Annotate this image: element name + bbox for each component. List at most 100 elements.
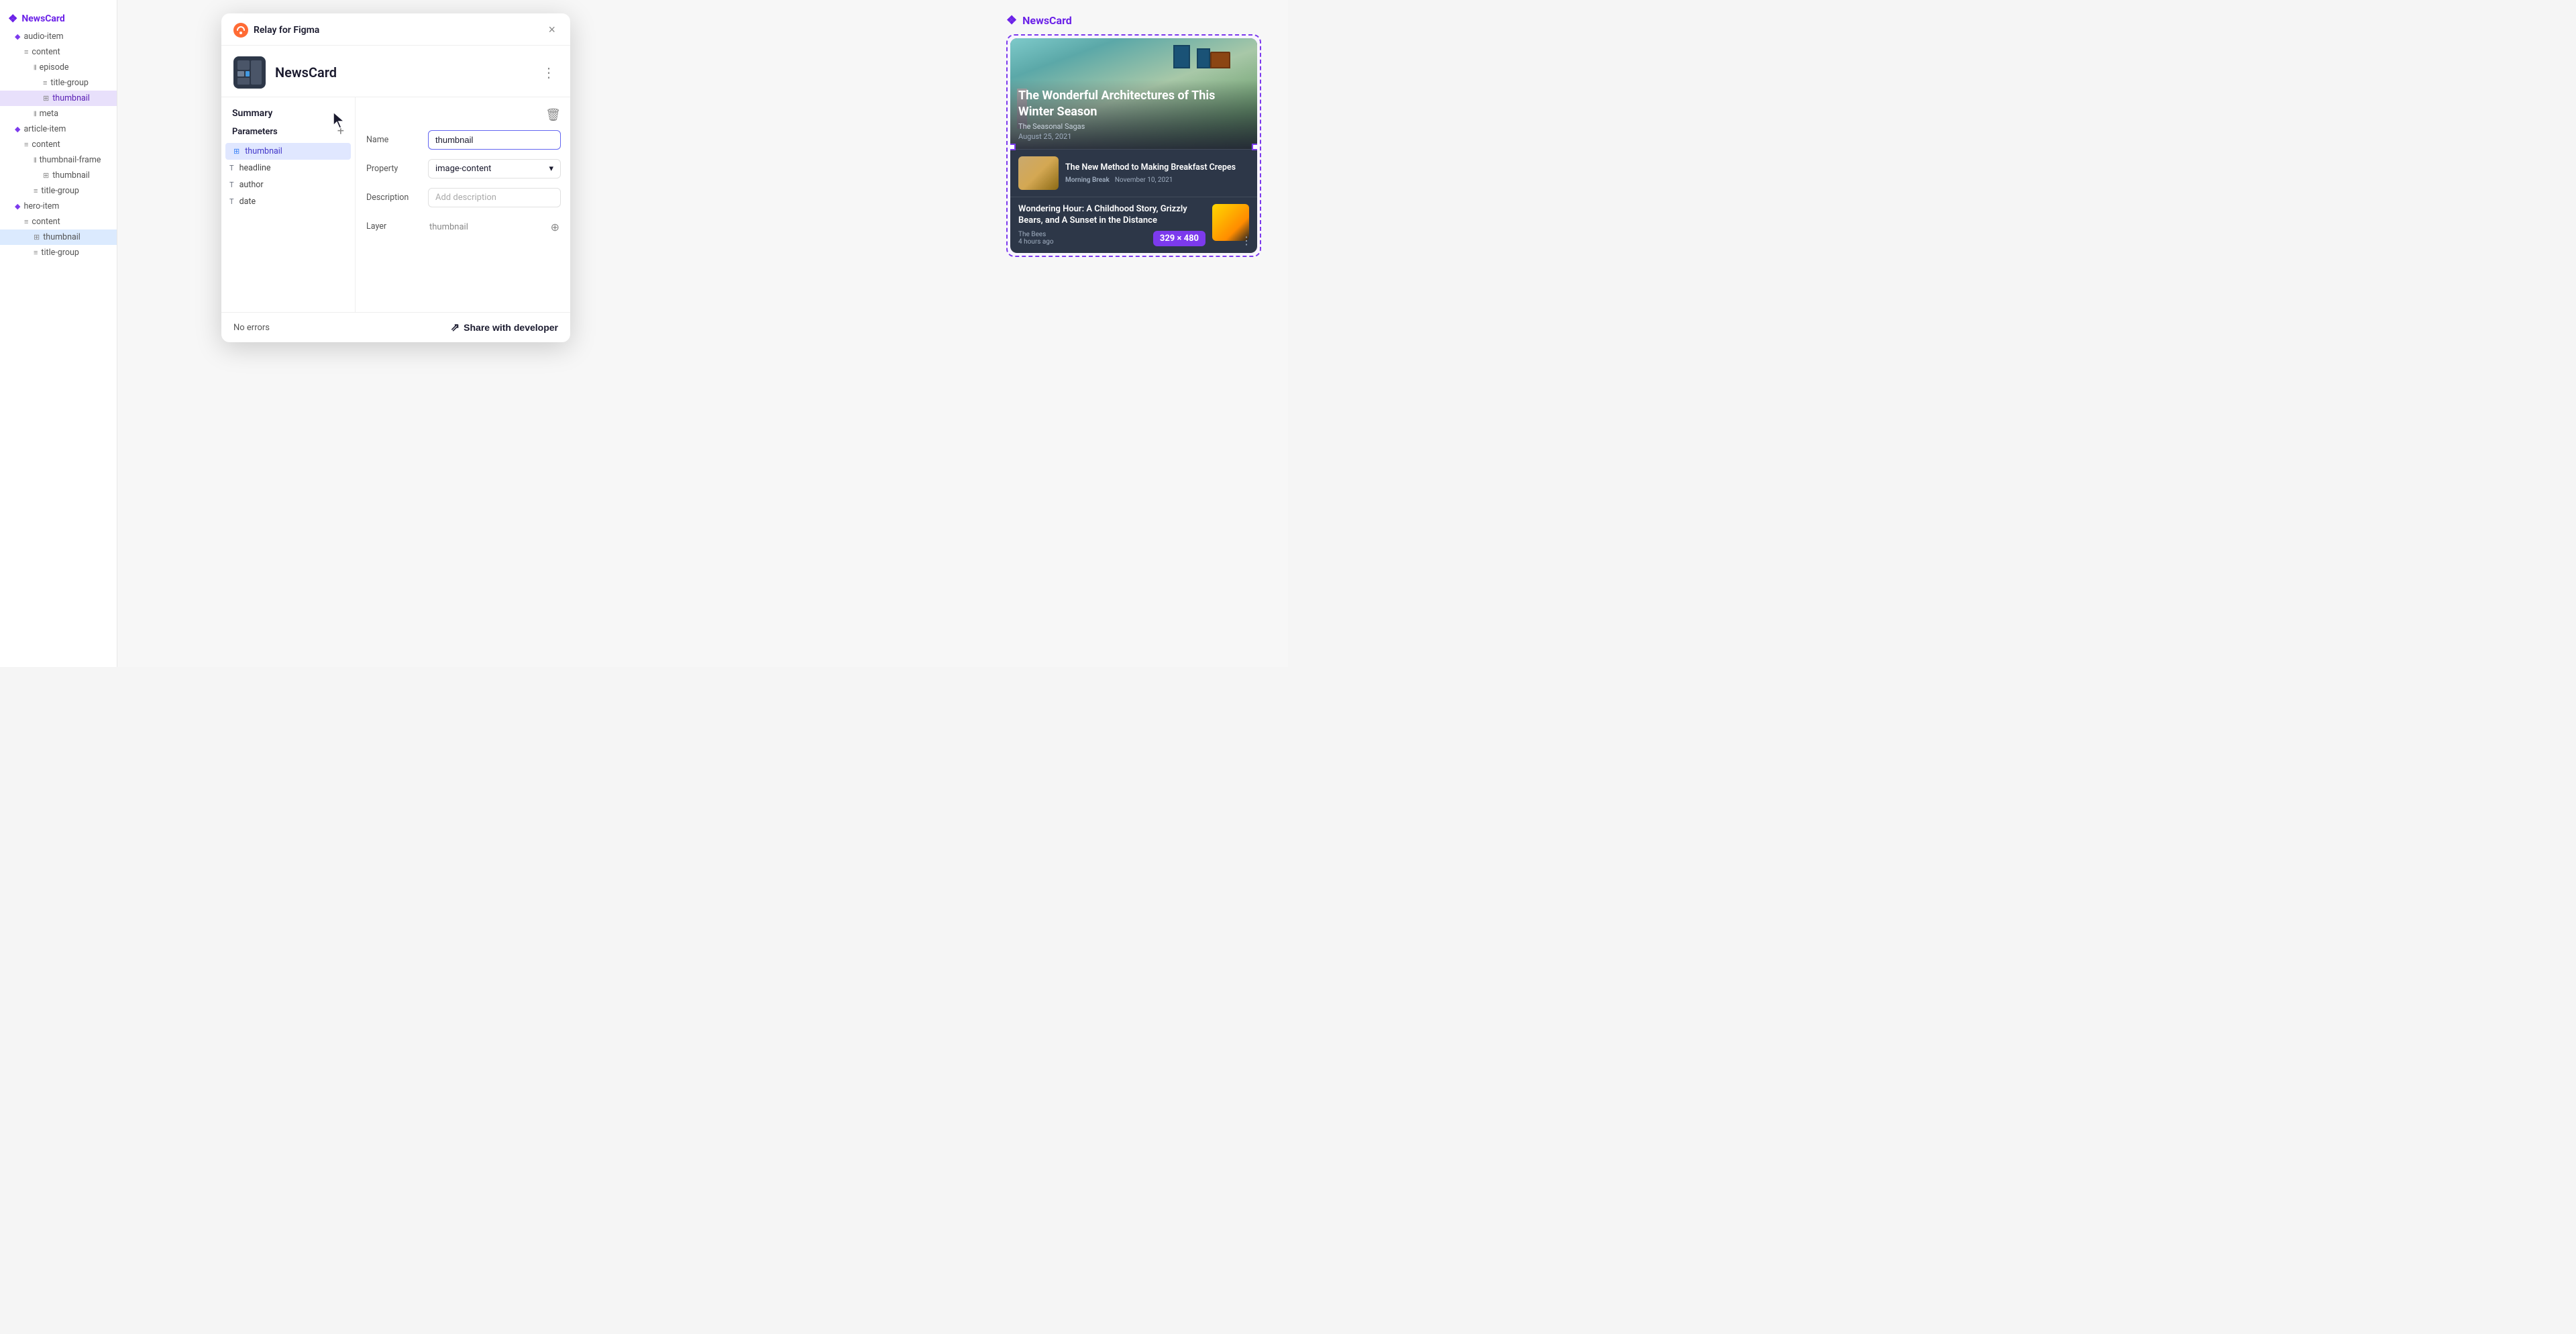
sidebar-item-title-group-3[interactable]: ≡ title-group	[0, 245, 117, 260]
article-time-bees: 4 hours ago	[1018, 238, 1054, 246]
share-with-developer-button[interactable]: ⇗ Share with developer	[451, 321, 558, 334]
news-card: The Wonderful Architectures of This Wint…	[1010, 38, 1257, 253]
image-icon: ⊞	[34, 233, 40, 242]
param-label: author	[239, 180, 264, 190]
preview-header: ❖ NewsCard	[1006, 13, 1261, 28]
relay-app-name: Relay for Figma	[254, 25, 540, 36]
sidebar-label: meta	[40, 109, 58, 119]
sidebar-item-content-3[interactable]: ≡ content	[0, 214, 117, 229]
property-select[interactable]: image-content ▾	[428, 159, 561, 178]
param-text-icon: T	[229, 197, 234, 206]
lines-icon: ≡	[43, 79, 47, 87]
lines-icon: ≡	[34, 187, 38, 195]
sidebar-item-thumbnail-3[interactable]: ⊞ thumbnail	[0, 229, 117, 245]
sidebar-item-content[interactable]: ≡ content	[0, 44, 117, 60]
param-item-author[interactable]: T author	[221, 176, 355, 193]
layer-field-row: Layer thumbnail ⊕	[366, 217, 561, 238]
bars-icon: |||	[34, 64, 36, 71]
layer-value-row: thumbnail ⊕	[428, 217, 561, 238]
param-item-headline[interactable]: T headline	[221, 160, 355, 176]
params-title: Parameters	[232, 127, 278, 137]
sidebar-label: thumbnail-frame	[40, 155, 101, 165]
lines-icon: ≡	[24, 140, 28, 149]
handle-br	[1252, 144, 1257, 150]
four-diamond-icon: ❖	[8, 12, 17, 25]
image-icon: ⊞	[43, 171, 49, 180]
lines-icon: ≡	[24, 217, 28, 226]
sidebar-item-content-2[interactable]: ≡ content	[0, 137, 117, 152]
article-content-bees: Wondering Hour: A Childhood Story, Grizz…	[1018, 204, 1205, 246]
sidebar-label: hero-item	[23, 201, 59, 211]
description-label: Description	[366, 188, 420, 203]
sidebar-item-title-group-2[interactable]: ≡ title-group	[0, 183, 117, 199]
sidebar-item-thumbnail-frame[interactable]: ||| thumbnail-frame	[0, 152, 117, 168]
component-header: NewsCard ⋮	[221, 46, 570, 97]
hero-wrapper: The Wonderful Architectures of This Wint…	[1010, 38, 1257, 149]
modal-close-button[interactable]: ×	[545, 20, 558, 40]
bars-icon: |||	[34, 157, 36, 164]
param-label: thumbnail	[245, 146, 282, 156]
summary-label: Summary	[221, 108, 355, 125]
preview-card-container: The Wonderful Architectures of This Wint…	[1006, 34, 1261, 257]
image-icon: ⊞	[43, 94, 49, 103]
relay-modal: Relay for Figma × NewsCard ⋮	[221, 13, 570, 342]
sidebar-item-episode[interactable]: ||| episode	[0, 60, 117, 75]
sidebar-item-meta[interactable]: ||| meta	[0, 106, 117, 121]
size-badge: 329 × 480	[1153, 231, 1205, 246]
property-label: Property	[366, 159, 420, 174]
param-label: date	[239, 197, 256, 207]
article-source-crepes: Morning Break	[1065, 176, 1110, 184]
name-label: Name	[366, 130, 420, 145]
modal-title-area: NewsCard	[233, 56, 337, 89]
diamond-icon: ◆	[15, 125, 20, 134]
main-area: Relay for Figma × NewsCard ⋮	[117, 0, 1288, 667]
share-icon: ⇗	[451, 321, 460, 334]
no-errors-label: No errors	[233, 323, 270, 333]
sidebar-item-hero-item[interactable]: ◆ hero-item	[0, 199, 117, 214]
sidebar-root[interactable]: ❖ NewsCard	[0, 8, 117, 29]
delete-param-button[interactable]: 🗑	[545, 108, 561, 122]
param-text-icon: T	[229, 164, 234, 172]
hero-date: August 25, 2021	[1018, 132, 1249, 141]
handle-bl	[1010, 144, 1016, 150]
param-item-thumbnail[interactable]: ⊞ thumbnail	[225, 143, 351, 160]
relay-logo	[233, 23, 248, 38]
sidebar-root-label: NewsCard	[21, 13, 64, 24]
lines-icon: ≡	[24, 48, 28, 56]
article-meta-crepes: Morning Break November 10, 2021	[1065, 176, 1249, 184]
add-param-button[interactable]: +	[337, 125, 344, 138]
name-field-row: Name	[366, 130, 561, 150]
sidebar-label: title-group	[41, 186, 79, 196]
modal-footer: No errors ⇗ Share with developer	[221, 312, 570, 342]
chevron-down-icon: ▾	[549, 164, 553, 174]
bars-icon: |||	[34, 111, 36, 117]
sidebar-item-audio-item[interactable]: ◆ audio-item	[0, 29, 117, 44]
hero-image: The Wonderful Architectures of This Wint…	[1010, 38, 1257, 149]
article-content-crepes: The New Method to Making Breakfast Crepe…	[1065, 162, 1249, 183]
preview-panel: ❖ NewsCard	[1006, 13, 1261, 257]
target-icon[interactable]: ⊕	[551, 221, 559, 234]
sidebar-item-article-item[interactable]: ◆ article-item	[0, 121, 117, 137]
article-item-bees: Wondering Hour: A Childhood Story, Grizz…	[1010, 197, 1257, 253]
sidebar-item-title-group[interactable]: ≡ title-group	[0, 75, 117, 91]
param-item-date[interactable]: T date	[221, 193, 355, 210]
lines-icon: ≡	[34, 248, 38, 257]
article-thumbnail-crepes	[1018, 156, 1059, 190]
modal-more-button[interactable]: ⋮	[539, 64, 558, 81]
name-input[interactable]	[428, 130, 561, 150]
param-text-icon: T	[229, 181, 234, 189]
preview-title: NewsCard	[1022, 14, 1072, 27]
diamond-icon: ◆	[15, 202, 20, 211]
sidebar-label: content	[32, 217, 60, 227]
description-input[interactable]: Add description	[428, 188, 561, 207]
sidebar-label: episode	[40, 62, 69, 72]
hero-source: The Seasonal Sagas	[1018, 122, 1249, 131]
sidebar-item-thumbnail-2[interactable]: ⊞ thumbnail	[0, 168, 117, 183]
sidebar-label: title-group	[50, 78, 89, 88]
article-date-crepes: November 10, 2021	[1115, 176, 1173, 184]
sidebar-item-thumbnail-1[interactable]: ⊞ thumbnail	[0, 91, 117, 106]
layer-label: Layer	[366, 217, 420, 232]
layer-value: thumbnail	[429, 222, 468, 232]
article-more-button[interactable]: ⋮	[1241, 234, 1252, 248]
sidebar-label: content	[32, 47, 60, 57]
